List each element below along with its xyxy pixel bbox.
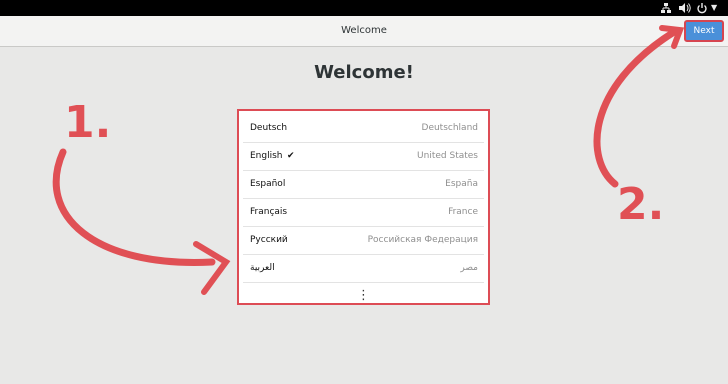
step-1-arrow	[52, 148, 231, 295]
annotation-overlay: 1. 2.	[52, 25, 685, 295]
step-2-label: 2.	[617, 179, 664, 230]
step-2-arrow	[593, 25, 685, 188]
step-1-label: 1.	[64, 97, 111, 148]
